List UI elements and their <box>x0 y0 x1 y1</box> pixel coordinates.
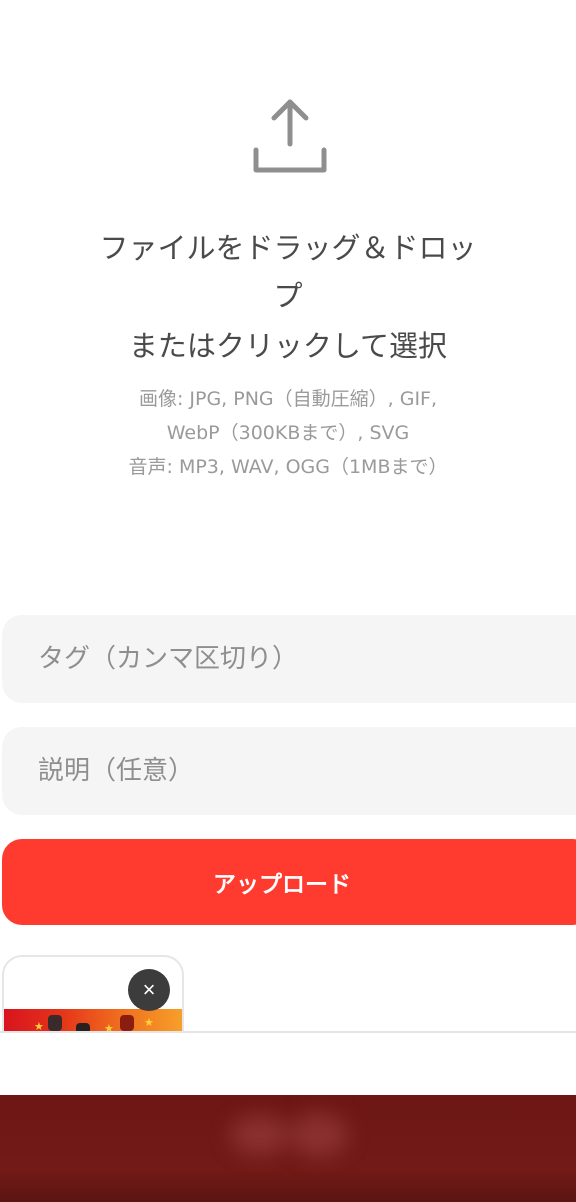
sprite-character <box>120 1015 134 1031</box>
upload-page: ファイルをドラッグ＆ドロップ またはクリックして選択 画像: JPG, PNG（… <box>0 0 576 1202</box>
bottom-banner <box>0 1095 576 1202</box>
upload-button[interactable]: アップロード <box>2 839 576 925</box>
formats-images-cont: WebP（300KBまで）, SVG <box>166 422 410 444</box>
blurred-shape <box>290 1113 348 1157</box>
file-drop-zone[interactable]: ファイルをドラッグ＆ドロップ またはクリックして選択 画像: JPG, PNG（… <box>0 0 576 560</box>
sprite-character <box>48 1015 62 1031</box>
tags-input[interactable] <box>2 615 576 703</box>
blurred-shape <box>230 1115 290 1155</box>
description-input[interactable] <box>2 727 576 815</box>
drop-title: ファイルをドラッグ＆ドロップ <box>99 231 477 313</box>
formats-images: 画像: JPG, PNG（自動圧縮）, GIF, <box>138 388 438 410</box>
upload-icon <box>253 99 327 173</box>
formats-audio: 音声: MP3, WAV, OGG（1MBまで） <box>128 456 448 478</box>
drop-subtitle: またはクリックして選択 <box>128 329 448 363</box>
supported-formats: 画像: JPG, PNG（自動圧縮）, GIF, WebP（300KBまで）, … <box>90 382 486 484</box>
bottom-spacer <box>0 1033 576 1095</box>
star-icon: ★ <box>144 1016 154 1029</box>
remove-file-button[interactable]: × <box>128 969 170 1011</box>
